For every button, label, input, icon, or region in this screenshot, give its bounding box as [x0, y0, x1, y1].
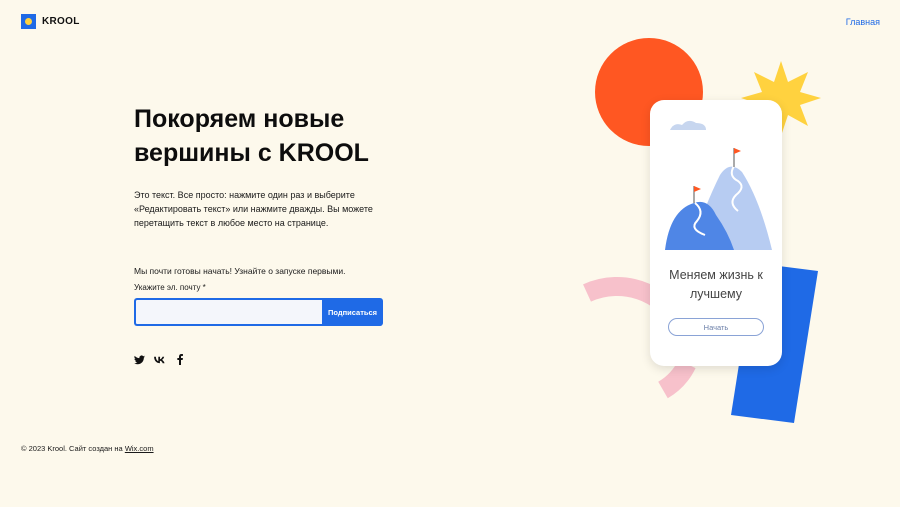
phone-caption: Меняем жизнь к лучшему [669, 268, 763, 301]
footer: © 2023 Krool. Сайт создан на Wix.com [21, 444, 154, 453]
cloud-icon [670, 120, 706, 130]
wix-link[interactable]: Wix.com [125, 444, 154, 453]
brand-mark-icon [21, 14, 36, 29]
vk-icon[interactable] [154, 354, 165, 365]
pink-arc-lower-shape [657, 359, 696, 399]
start-button[interactable]: Начать [668, 318, 764, 336]
hero-text: Это текст. Все просто: нажмите один раз … [134, 190, 373, 228]
hero-section: Покоряем новые вершины с KROOL Это текст… [134, 102, 434, 230]
hero-illustration: Меняем жизнь к лучшему Начать [575, 30, 835, 430]
mountains-illustration [665, 120, 772, 250]
twitter-icon[interactable] [134, 354, 145, 365]
brand-name: KROOL [42, 16, 80, 27]
phone-mockup: Меняем жизнь к лучшему Начать [650, 100, 782, 366]
signup-row: Подписаться [134, 298, 384, 326]
email-input[interactable] [134, 298, 322, 326]
facebook-icon[interactable] [174, 354, 185, 365]
hero-title: Покоряем новые вершины с KROOL [134, 105, 369, 167]
flag-icon [694, 186, 701, 192]
signup-form: Мы почти готовы начать! Узнайте о запуск… [134, 266, 384, 326]
email-label: Укажите эл. почту * [134, 283, 206, 292]
social-links [134, 354, 185, 365]
brand-logo[interactable]: KROOL [21, 14, 80, 29]
signup-lead: Мы почти готовы начать! Узнайте о запуск… [134, 266, 346, 276]
summit-flag-icon [734, 148, 741, 154]
footer-copyright: © 2023 Krool. Сайт создан на [21, 444, 125, 453]
subscribe-button[interactable]: Подписаться [322, 298, 383, 326]
nav-home-link[interactable]: Главная [846, 17, 880, 27]
